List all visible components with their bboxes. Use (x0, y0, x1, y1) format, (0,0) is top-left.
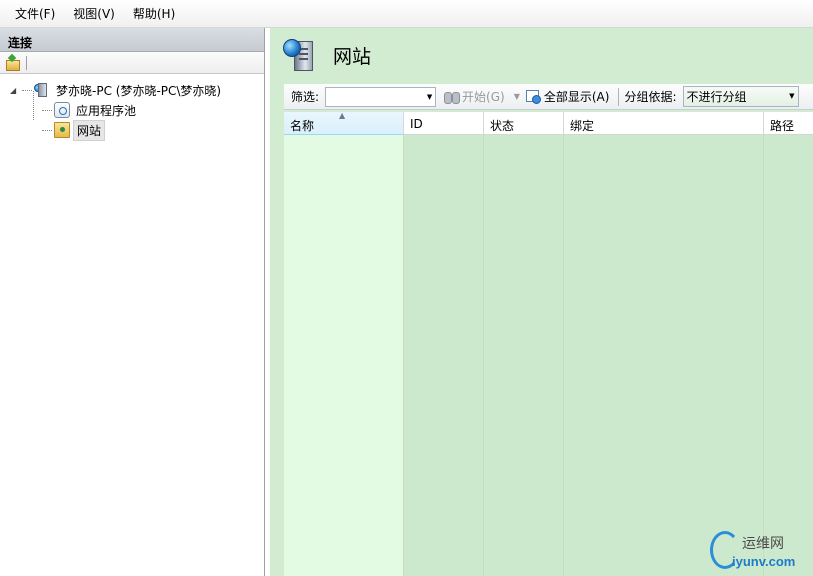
column-header-id-label: ID (410, 117, 423, 131)
tree-item-server-label: 梦亦晓-PC (梦亦晓-PC\梦亦晓) (56, 83, 222, 98)
chevron-down-icon: ▼ (789, 92, 795, 100)
column-header-status-label: 状态 (490, 119, 515, 133)
column-header-name[interactable]: ▲ 名称 (284, 111, 404, 135)
web-server-icon (283, 39, 319, 73)
expand-arrow-icon[interactable]: ◢ (10, 86, 22, 95)
app-pool-icon (54, 102, 70, 118)
sites-table: ▲ 名称 ID 状态 绑定 路径 (284, 111, 813, 576)
column-name-cells (284, 135, 404, 576)
column-id-cells (404, 135, 484, 576)
column-header-path[interactable]: 路径 (764, 112, 813, 135)
table-body[interactable] (284, 135, 813, 576)
sites-folder-icon (54, 122, 70, 138)
connections-title: 连接 (0, 28, 264, 52)
table-header: ▲ 名称 ID 状态 绑定 路径 (284, 111, 813, 135)
binoculars-icon (443, 91, 461, 104)
column-header-binding[interactable]: 绑定 (564, 112, 764, 135)
group-by-label: 分组依据: (624, 90, 677, 104)
menu-file[interactable]: 文件(F) (6, 2, 64, 25)
sites-pane: 网站 筛选: ▼ 开始(G) ▼ 全部显示(A) 分组依据: 不进行分组 ▼ ▲… (270, 28, 813, 576)
column-header-name-label: 名称 (290, 119, 315, 133)
watermark-logo: 运维网 iyunv.com (708, 527, 813, 576)
show-all-label: 全部显示(A) (543, 90, 610, 104)
tree-connector (42, 129, 52, 131)
connections-pane: 连接 ◢ 梦亦晓-PC (梦亦晓-PC\梦亦晓) 应用程序池 网站 (0, 28, 265, 576)
connections-toolbar (0, 52, 264, 74)
column-header-id[interactable]: ID (404, 112, 484, 135)
go-button[interactable]: 开始(G) (443, 88, 505, 105)
tree-item-sites[interactable]: 网站 (0, 119, 264, 141)
tree-item-server[interactable]: ◢ 梦亦晓-PC (梦亦晓-PC\梦亦晓) (0, 80, 264, 100)
filter-input[interactable] (325, 86, 426, 107)
show-all-button[interactable]: 全部显示(A) (525, 88, 610, 105)
connections-tree: ◢ 梦亦晓-PC (梦亦晓-PC\梦亦晓) 应用程序池 网站 (0, 74, 264, 141)
tree-item-sites-label: 网站 (73, 119, 106, 141)
column-path-cells (764, 135, 813, 576)
menu-view[interactable]: 视图(V) (64, 2, 124, 25)
column-header-path-label: 路径 (770, 119, 795, 133)
page-header: 网站 (270, 28, 813, 82)
connect-icon[interactable] (4, 55, 20, 71)
show-all-icon (525, 89, 541, 104)
sort-ascending-icon: ▲ (339, 111, 346, 120)
tree-item-app-pools-label: 应用程序池 (76, 103, 137, 118)
tree-connector (42, 109, 52, 111)
column-header-status[interactable]: 状态 (484, 112, 564, 135)
toolbar-separator (618, 87, 620, 106)
menu-bar: 文件(F) 视图(V) 帮助(H) (0, 0, 813, 28)
watermark-text: 运维网 (742, 536, 784, 552)
column-binding-cells (564, 135, 764, 576)
filter-dropdown-button[interactable]: ▼ (424, 86, 437, 107)
tree-item-app-pools[interactable]: 应用程序池 (0, 100, 264, 120)
tree-connector (22, 89, 32, 91)
watermark-url: iyunv.com (732, 554, 796, 569)
group-by-value: 不进行分组 (686, 90, 747, 104)
page-title: 网站 (333, 46, 372, 68)
column-status-cells (484, 135, 564, 576)
go-button-label: 开始(G) (462, 90, 505, 104)
go-dropdown-icon[interactable]: ▼ (514, 92, 520, 101)
group-by-select[interactable]: 不进行分组 ▼ (682, 86, 799, 107)
filter-label: 筛选: (291, 90, 320, 104)
toolbar-separator (26, 55, 27, 70)
column-header-binding-label: 绑定 (570, 119, 595, 133)
menu-help[interactable]: 帮助(H) (124, 2, 184, 25)
filter-toolbar: 筛选: ▼ 开始(G) ▼ 全部显示(A) 分组依据: 不进行分组 ▼ (284, 84, 813, 110)
server-icon (34, 82, 50, 98)
